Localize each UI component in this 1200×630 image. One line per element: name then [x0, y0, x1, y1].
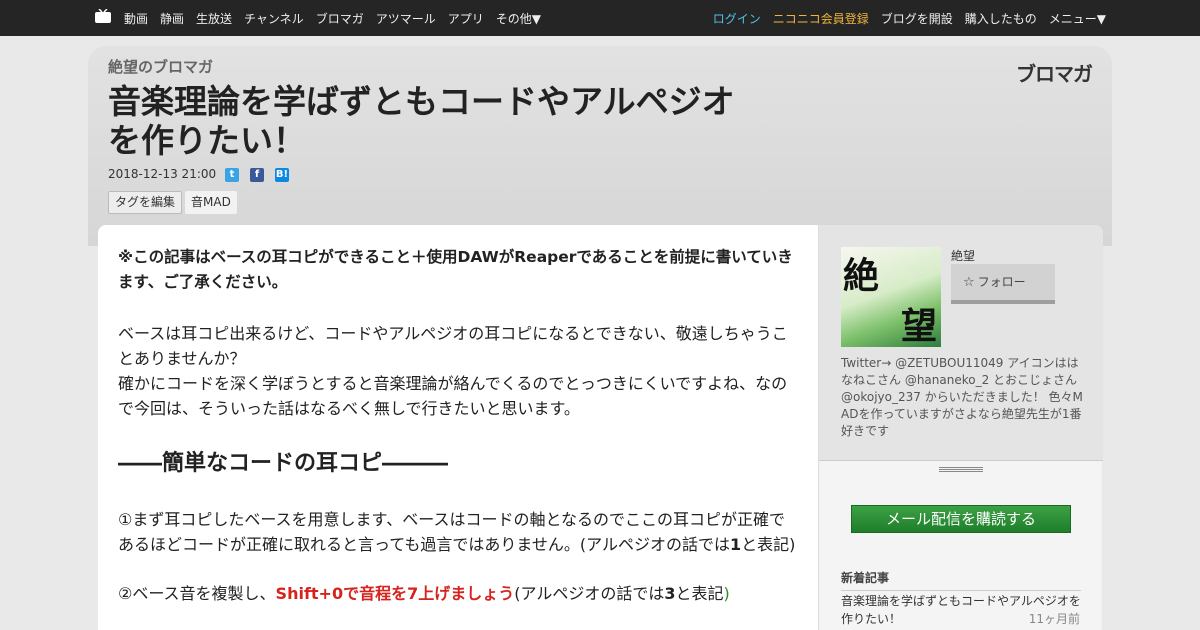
subscribe-button[interactable]: メール配信を購読する — [851, 505, 1071, 533]
menu-link[interactable]: メニュー▼ — [1049, 10, 1106, 27]
step-2-text-end: と表記 — [675, 584, 724, 603]
blog-name[interactable]: 絶望のブロマガ — [108, 56, 213, 77]
article-header: 絶望のブロマガ ブロマガ 音楽理論を学ばずともコードやアルペジオ を作りたい！ … — [88, 46, 1112, 246]
edit-tags-button[interactable]: タグを編集 — [108, 191, 183, 214]
paragraph-line: 確かにコードを深く学ぼうとすると音楽理論が絡んでくるのでとっつきにくいですよね、… — [118, 374, 788, 418]
recent-articles-heading: 新着記事 — [841, 569, 1081, 591]
step-2-text-mid: (アルペジオの話では — [514, 584, 665, 603]
top-nav: 動画 静画 生放送 チャンネル ブロマガ アツマール アプリ その他▼ ログイン… — [0, 0, 1200, 36]
signup-link[interactable]: ニコニコ会員登録 — [773, 10, 869, 27]
nav-others[interactable]: その他▼ — [496, 10, 541, 27]
article-notice: ※この記事はベースの耳コピができること＋使用DAWがReaperであることを前提… — [118, 248, 793, 291]
blomaga-logo[interactable]: ブロマガ — [1016, 58, 1093, 87]
twitter-icon[interactable]: t — [225, 168, 239, 182]
facebook-icon[interactable]: f — [250, 168, 264, 182]
section-heading: ――簡単なコードの耳コピ――― — [118, 451, 449, 476]
step-2-paragraph: ②ベース音を複製し、Shift+0で音程を7上げましょう(アルペジオの話では3と… — [118, 581, 798, 606]
follow-label: フォロー — [977, 275, 1026, 289]
step-1-paragraph: ①まず耳コピしたベースを用意します、ベースはコードの軸となるのでここの耳コピが正… — [118, 507, 798, 557]
step-2-emphasis: Shift+0で音程を7上げましょう — [275, 584, 515, 603]
avatar-text-top: 絶 — [843, 255, 880, 297]
step-2-number: 3 — [664, 584, 676, 603]
article-paragraph: ベースは耳コピ出来るけど、コードやアルペジオの耳コピになるとできない、敬遠しちゃ… — [118, 321, 798, 421]
sidebar: 絶 望 絶望 ☆ フォロー Twitter→ @ZETUBOU11049 アイコン… — [818, 225, 1103, 630]
step-2-paren: ) — [723, 584, 730, 603]
nav-video[interactable]: 動画 — [124, 10, 148, 27]
step-1-text: ①まず耳コピしたベースを用意します、ベースはコードの軸となるのでここの耳コピが正… — [118, 510, 785, 554]
purchased-link[interactable]: 購入したもの — [965, 10, 1037, 27]
niconico-tv-icon[interactable] — [95, 9, 111, 23]
post-date: 2018-12-13 21:00 — [108, 167, 217, 181]
step-2-text: ②ベース音を複製し、 — [118, 584, 276, 603]
title-line-1: 音楽理論を学ばずともコードやアルペジオ — [108, 82, 735, 121]
author-name[interactable]: 絶望 — [951, 247, 975, 264]
nav-channel[interactable]: チャンネル — [244, 10, 304, 27]
nav-atsumaru[interactable]: アツマール — [376, 10, 436, 27]
step-1-number: 1 — [730, 535, 742, 554]
login-link[interactable]: ログイン — [713, 10, 761, 27]
title-line-2: を作りたい！ — [108, 121, 306, 160]
expand-handle-icon[interactable] — [939, 466, 983, 474]
hatena-bookmark-icon[interactable]: B! — [275, 168, 289, 182]
open-blog-link[interactable]: ブログを開設 — [881, 10, 953, 27]
nav-image[interactable]: 静画 — [160, 10, 184, 27]
nav-blomaga[interactable]: ブロマガ — [316, 10, 364, 27]
follow-button[interactable]: ☆ フォロー — [951, 264, 1055, 304]
paragraph-line: ベースは耳コピ出来るけど、コードやアルペジオの耳コピになるとできない、敬遠しちゃ… — [118, 324, 788, 368]
article-body: ※この記事はベースの耳コピができること＋使用DAWがReaperであることを前提… — [98, 225, 818, 630]
profile-description: Twitter→ @ZETUBOU11049 アイコンははなねこさん @hana… — [841, 356, 1083, 438]
avatar[interactable]: 絶 望 — [841, 247, 941, 347]
step-1-text-end: と表記) — [741, 535, 796, 554]
nav-live[interactable]: 生放送 — [196, 10, 232, 27]
author-profile: 絶 望 絶望 ☆ フォロー Twitter→ @ZETUBOU11049 アイコン… — [819, 225, 1103, 461]
tag-item[interactable]: 音MAD — [185, 191, 237, 214]
recent-article-time: 11ヶ月前 — [1028, 612, 1080, 626]
avatar-text-bottom: 望 — [900, 305, 937, 347]
star-icon: ☆ — [963, 275, 975, 290]
page-title: 音楽理論を学ばずともコードやアルペジオ を作りたい！ — [108, 82, 828, 160]
nav-app[interactable]: アプリ — [448, 10, 484, 27]
